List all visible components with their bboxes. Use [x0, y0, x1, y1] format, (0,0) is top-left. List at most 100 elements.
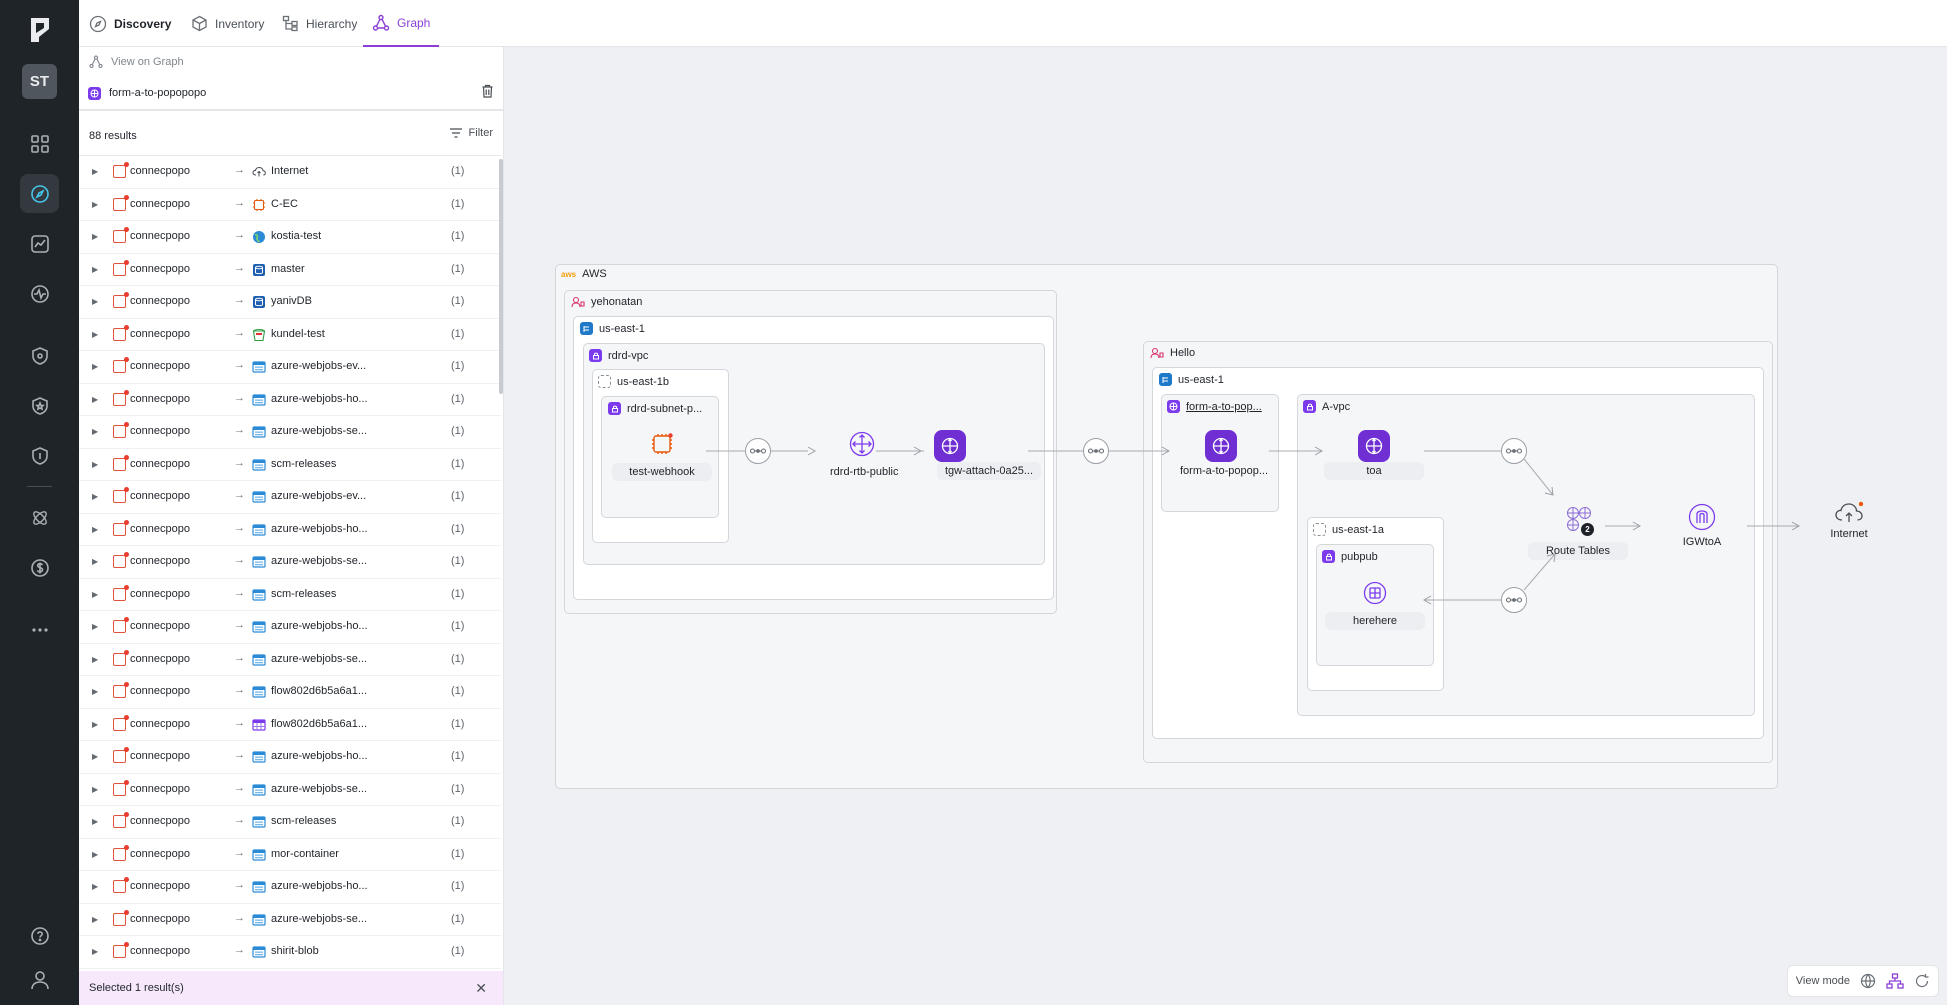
expand-caret-icon[interactable]: ▶	[92, 785, 98, 794]
connector-node[interactable]	[1083, 438, 1109, 464]
expand-caret-icon[interactable]: ▶	[92, 395, 98, 404]
expand-caret-icon[interactable]: ▶	[92, 460, 98, 469]
table-row[interactable]: ▶ connecpopo → shirit-blob (1)	[79, 936, 501, 969]
user-icon[interactable]	[20, 960, 59, 999]
activity-icon[interactable]	[20, 274, 59, 313]
scrollbar[interactable]	[499, 159, 503, 394]
graph-canvas[interactable]: aws AWS yehonatan us-east-1 rdrd-vpc us-…	[504, 47, 1947, 1005]
tab-inventory[interactable]: Inventory	[191, 0, 264, 47]
expand-caret-icon[interactable]: ▶	[92, 850, 98, 859]
view-on-graph[interactable]: View on Graph	[89, 55, 184, 69]
table-row[interactable]: ▶ connecpopo → azure-webjobs-se... (1)	[79, 774, 501, 806]
instance-label[interactable]: test-webhook	[612, 463, 712, 481]
tgw-attach-label[interactable]: tgw-attach-0a25...	[937, 462, 1042, 480]
expand-caret-icon[interactable]: ▶	[92, 167, 98, 176]
expand-caret-icon[interactable]: ▶	[92, 817, 98, 826]
table-row[interactable]: ▶ connecpopo → azure-webjobs-ho... (1)	[79, 514, 501, 546]
shield-star-icon[interactable]	[20, 386, 59, 425]
tgw-box-name[interactable]: form-a-to-pop...	[1186, 401, 1262, 413]
expand-caret-icon[interactable]: ▶	[92, 752, 98, 761]
table-row[interactable]: ▶ connecpopo → azure-webjobs-ho... (1)	[79, 871, 501, 904]
transit-gateway-icon[interactable]	[1205, 430, 1237, 462]
table-row[interactable]: ▶ connecpopo → master (1)	[79, 254, 501, 286]
expand-caret-icon[interactable]: ▶	[92, 297, 98, 306]
table-row[interactable]: ▶ connecpopo → flow802d6b5a6a1... (1)	[79, 676, 501, 709]
tab-discovery[interactable]: Discovery	[89, 0, 171, 47]
table-row[interactable]: ▶ connecpopo → azure-webjobs-se... (1)	[79, 416, 501, 449]
tab-hierarchy[interactable]: Hierarchy	[282, 0, 357, 47]
connector-node[interactable]	[1501, 438, 1527, 464]
expand-caret-icon[interactable]: ▶	[92, 557, 98, 566]
tgw-node-label[interactable]: form-a-to-popop...	[1172, 462, 1270, 480]
internet-gateway-icon[interactable]	[1688, 503, 1716, 531]
expand-caret-icon[interactable]: ▶	[92, 200, 98, 209]
shield-lock-icon[interactable]	[20, 436, 59, 475]
internet-label[interactable]: Internet	[1809, 525, 1889, 543]
ec2-icon[interactable]	[650, 432, 674, 456]
route-table-icon[interactable]	[849, 431, 875, 457]
expand-caret-icon[interactable]: ▶	[92, 492, 98, 501]
table-row[interactable]: ▶ connecpopo → mor-container (1)	[79, 839, 501, 871]
table-row[interactable]: ▶ connecpopo → C-EC (1)	[79, 189, 501, 221]
toa-label[interactable]: toa	[1324, 462, 1424, 480]
network-interface-icon[interactable]	[1363, 581, 1387, 605]
expand-caret-icon[interactable]: ▶	[92, 915, 98, 924]
table-row[interactable]: ▶ connecpopo → azure-webjobs-se... (1)	[79, 644, 501, 676]
expand-caret-icon[interactable]: ▶	[92, 590, 98, 599]
table-row[interactable]: ▶ connecpopo → yanivDB (1)	[79, 286, 501, 319]
help-icon[interactable]	[20, 916, 59, 955]
expand-caret-icon[interactable]: ▶	[92, 655, 98, 664]
table-row[interactable]: ▶ connecpopo → azure-webjobs-se... (1)	[79, 904, 501, 936]
close-icon[interactable]: ✕	[475, 980, 487, 997]
trash-icon[interactable]	[481, 84, 494, 98]
dollar-icon[interactable]	[20, 548, 59, 587]
expand-caret-icon[interactable]: ▶	[92, 330, 98, 339]
connector-node[interactable]	[745, 438, 771, 464]
table-row[interactable]: ▶ connecpopo → kostia-test (1)	[79, 221, 501, 254]
transit-gateway-icon[interactable]	[1358, 430, 1390, 462]
route-tables-label[interactable]: Route Tables	[1528, 542, 1628, 560]
avatar[interactable]: ST	[22, 64, 57, 99]
table-row[interactable]: ▶ connecpopo → scm-releases (1)	[79, 579, 501, 611]
expand-caret-icon[interactable]: ▶	[92, 622, 98, 631]
table-row[interactable]: ▶ connecpopo → azure-webjobs-ev... (1)	[79, 351, 501, 384]
table-row[interactable]: ▶ connecpopo → kundel-test (1)	[79, 319, 501, 351]
more-icon[interactable]	[20, 610, 59, 649]
expand-caret-icon[interactable]: ▶	[92, 427, 98, 436]
expand-caret-icon[interactable]: ▶	[92, 720, 98, 729]
logo-icon[interactable]	[25, 15, 55, 45]
herehere-label[interactable]: herehere	[1325, 612, 1425, 630]
transit-gateway-icon[interactable]	[934, 430, 966, 462]
expand-caret-icon[interactable]: ▶	[92, 362, 98, 371]
table-row[interactable]: ▶ connecpopo → Internet (1)	[79, 156, 501, 189]
table-row[interactable]: ▶ connecpopo → flow802d6b5a6a1... (1)	[79, 709, 501, 741]
table-row[interactable]: ▶ connecpopo → azure-webjobs-ev... (1)	[79, 481, 501, 514]
table-row[interactable]: ▶ connecpopo → azure-webjobs-ho... (1)	[79, 741, 501, 774]
expand-caret-icon[interactable]: ▶	[92, 882, 98, 891]
shield-icon[interactable]	[20, 336, 59, 375]
analytics-icon[interactable]	[20, 224, 59, 263]
table-row[interactable]: ▶ connecpopo → azure-webjobs-ho... (1)	[79, 611, 501, 644]
table-row[interactable]: ▶ connecpopo → scm-releases (1)	[79, 806, 501, 839]
refresh-icon[interactable]	[1914, 973, 1930, 989]
query-chip[interactable]: form-a-to-popopopo	[88, 83, 494, 103]
topology-icon[interactable]	[1886, 973, 1904, 989]
dashboard-icon[interactable]	[20, 124, 59, 163]
globe-icon[interactable]	[1860, 973, 1876, 989]
expand-caret-icon[interactable]: ▶	[92, 947, 98, 956]
igw-label[interactable]: IGWtoA	[1662, 533, 1742, 551]
cloud-icon[interactable]	[1834, 500, 1864, 526]
table-row[interactable]: ▶ connecpopo → scm-releases (1)	[79, 449, 501, 481]
expand-caret-icon[interactable]: ▶	[92, 687, 98, 696]
expand-caret-icon[interactable]: ▶	[92, 232, 98, 241]
expand-caret-icon[interactable]: ▶	[92, 265, 98, 274]
connector-node[interactable]	[1501, 587, 1527, 613]
compass-icon[interactable]	[20, 174, 59, 213]
filter-button[interactable]: Filter	[449, 127, 493, 139]
table-row[interactable]: ▶ connecpopo → azure-webjobs-se... (1)	[79, 546, 501, 579]
tab-graph[interactable]: Graph	[363, 0, 440, 47]
atom-icon[interactable]	[20, 498, 59, 537]
table-row[interactable]: ▶ connecpopo → azure-webjobs-ho... (1)	[79, 384, 501, 416]
expand-caret-icon[interactable]: ▶	[92, 525, 98, 534]
route-table-label[interactable]: rdrd-rtb-public	[822, 463, 902, 481]
